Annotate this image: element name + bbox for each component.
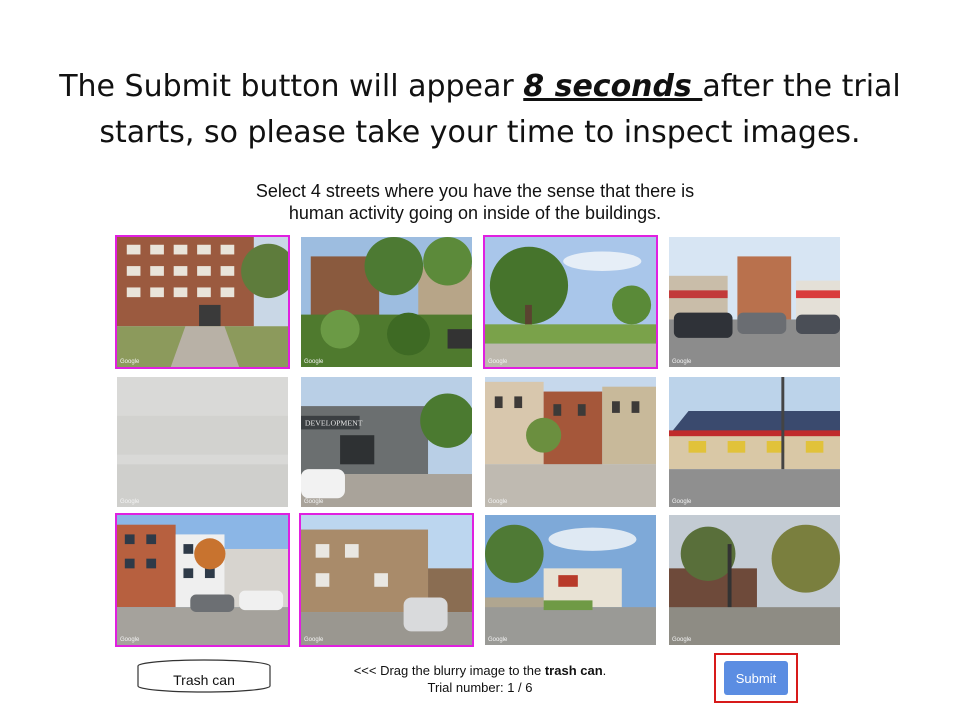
watermark: Google [304,637,324,643]
street-image-6[interactable]: DEVELOPMENT Google [299,375,474,509]
submit-highlight-frame: Submit [714,653,798,703]
watermark: Google [672,499,692,505]
street-image-3[interactable]: Google [483,235,658,369]
watermark: Google [120,499,140,505]
watermark: Google [120,637,140,643]
drag-hint-bold: trash can [544,663,603,678]
street-image-10[interactable]: Google [299,513,474,647]
drag-hint: <<< Drag the blurry image to the trash c… [330,662,630,696]
instruction-line-2: human activity going on inside of the bu… [288,203,662,223]
headline-line-2: starts, so please take your time to insp… [99,115,861,150]
drag-hint-line: <<< Drag the blurry image to the trash c… [330,662,630,679]
watermark: Google [488,499,508,505]
street-image-7[interactable]: Google [483,375,658,509]
headline: The Submit button will appear 8 seconds … [20,64,940,156]
watermark: Google [672,637,692,643]
submit-button[interactable]: Submit [724,661,788,695]
street-image-9[interactable]: Google [115,513,290,647]
trash-can[interactable]: Trash can [136,658,272,694]
street-image-12[interactable]: Google [667,513,842,647]
street-image-11[interactable]: Google [483,513,658,647]
street-image-5[interactable]: Google [115,375,290,509]
svg-text:DEVELOPMENT: DEVELOPMENT [305,419,363,428]
street-image-8[interactable]: Google [667,375,842,509]
headline-emphasis: 8 seconds [523,69,703,104]
watermark: Google [120,359,140,365]
watermark: Google [488,637,508,643]
headline-line-1: The Submit button will appear 8 seconds … [20,64,940,110]
instruction-line-1: Select 4 streets where you have the sens… [255,181,695,201]
street-image-4[interactable]: Google [667,235,842,369]
street-image-2[interactable]: Google [299,235,474,369]
street-image-1[interactable]: Google [115,235,290,369]
watermark: Google [672,359,692,365]
drag-hint-suffix: . [602,663,607,678]
headline-text-2: after the trial [702,69,901,104]
image-grid: Google Google Google Google Google DEVEL… [115,235,845,650]
watermark: Google [304,359,324,365]
headline-text-1: The Submit button will appear [59,69,524,104]
instruction: Select 4 streets where you have the sens… [170,180,780,224]
trial-number: Trial number: 1 / 6 [427,680,533,695]
trash-can-label: Trash can [173,672,235,688]
drag-hint-prefix: <<< Drag the blurry image to the [353,663,545,678]
watermark: Google [488,359,508,365]
watermark: Google [304,499,324,505]
